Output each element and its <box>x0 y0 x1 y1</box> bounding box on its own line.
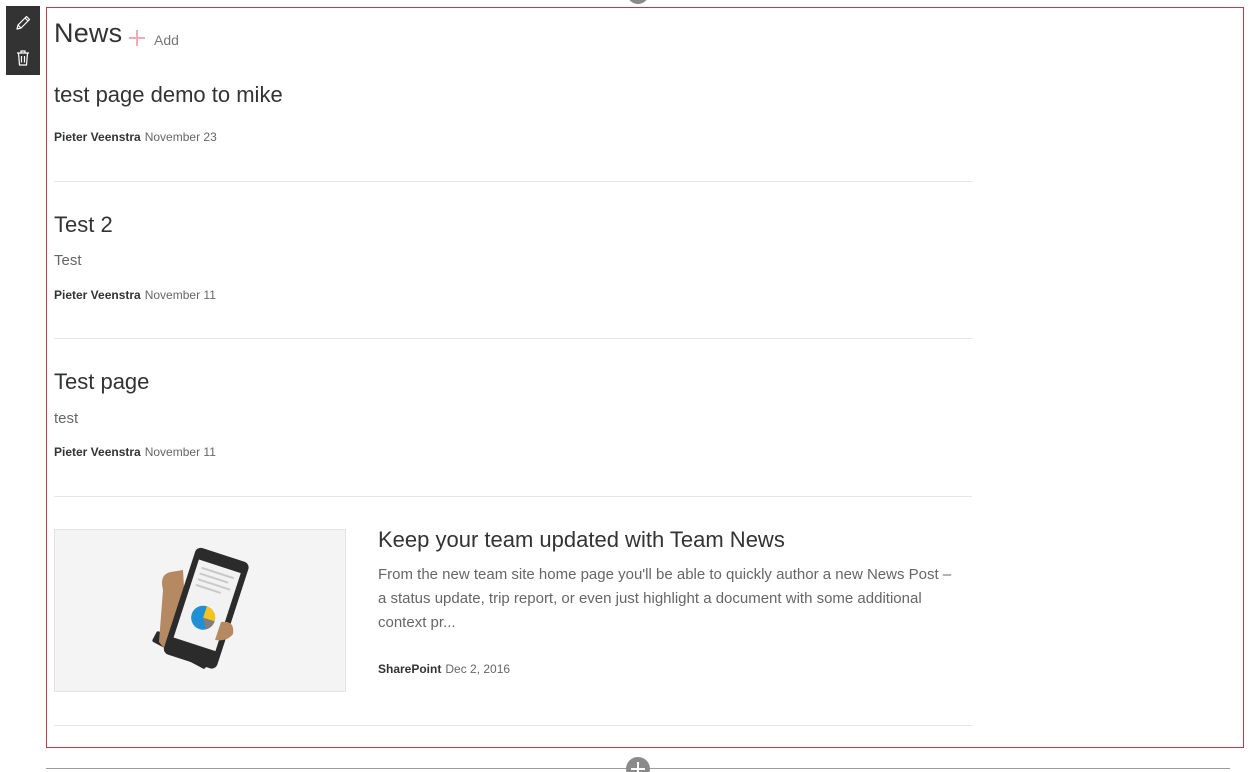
news-item-divider <box>54 181 972 182</box>
news-item-divider <box>54 725 972 726</box>
news-item-date: November 11 <box>144 445 216 459</box>
add-section-top-button[interactable] <box>627 0 649 4</box>
news-item-author[interactable]: Pieter Veenstra <box>54 288 141 302</box>
news-item-meta: Pieter Veenstra November 11 <box>54 288 216 302</box>
plus-icon <box>128 29 146 47</box>
news-item-meta: Pieter Veenstra November 23 <box>54 130 217 144</box>
edit-webpart-button[interactable] <box>6 6 40 40</box>
news-item-title[interactable]: Test page <box>54 369 149 395</box>
featured-news-date: Dec 2, 2016 <box>445 662 511 676</box>
news-item-divider <box>54 338 972 339</box>
news-item-thumbnail[interactable] <box>54 529 346 692</box>
news-item-date: November 23 <box>144 130 217 144</box>
trash-icon <box>17 50 29 66</box>
delete-webpart-button[interactable] <box>6 41 40 75</box>
featured-news-description: From the new team site home page you'll … <box>378 566 952 631</box>
phone-chart-illustration-icon <box>152 547 249 669</box>
news-item-author[interactable]: Pieter Veenstra <box>54 445 141 459</box>
news-item-meta: Pieter Veenstra November 11 <box>54 445 216 459</box>
news-item-description: Test <box>54 252 82 269</box>
news-item-description: test <box>54 410 79 427</box>
news-item-date: November 11 <box>144 288 216 302</box>
webpart-title: News <box>54 18 123 48</box>
add-news-button[interactable]: Add <box>128 28 179 48</box>
news-item-title[interactable]: test page demo to mike <box>54 82 283 108</box>
featured-news-title[interactable]: Keep your team updated with Team News <box>378 527 785 553</box>
page-canvas: News Add test page demo to mike Pieter V… <box>0 0 1259 772</box>
news-item-author[interactable]: Pieter Veenstra <box>54 130 141 144</box>
pencil-icon <box>16 15 31 30</box>
add-news-label: Add <box>154 32 179 48</box>
featured-news-author[interactable]: SharePoint <box>378 662 441 676</box>
add-section-button[interactable] <box>626 757 650 772</box>
webpart-toolbar <box>6 6 40 75</box>
news-item-divider <box>54 496 972 497</box>
news-item-title[interactable]: Test 2 <box>54 212 113 238</box>
featured-news-meta: SharePoint Dec 2, 2016 <box>378 662 510 676</box>
